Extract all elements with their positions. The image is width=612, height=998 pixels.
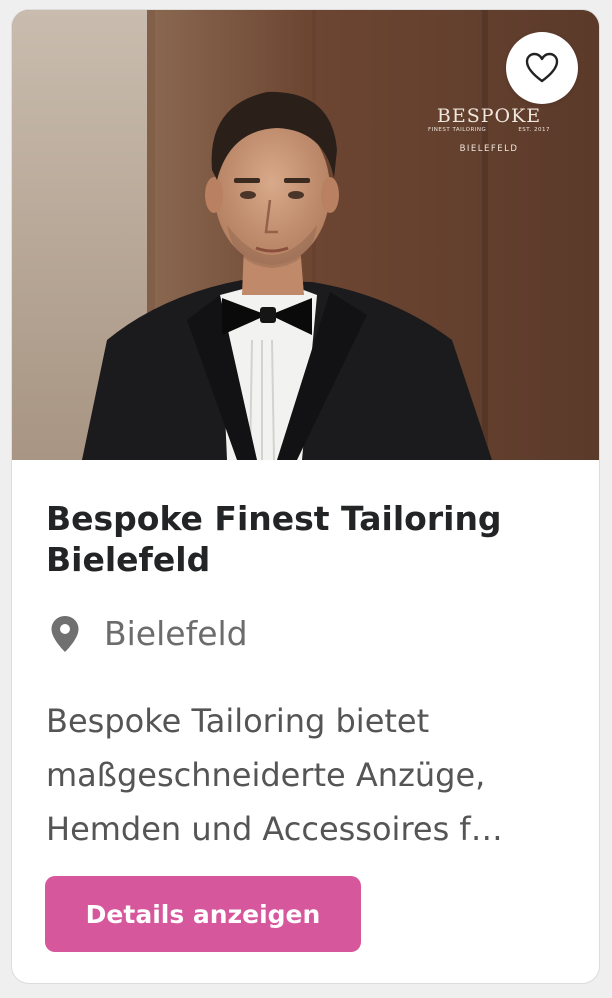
details-button[interactable]: Details anzeigen	[45, 876, 361, 952]
logo-tagline: FINEST TAILORING	[428, 127, 487, 133]
heart-outline-icon	[525, 52, 559, 83]
logo-tagline-row: FINEST TAILORING EST. 2017	[424, 126, 554, 134]
listing-title: Bespoke Finest Tailoring Bielefeld	[46, 499, 502, 579]
listing-card[interactable]: BESPOKE FINEST TAILORING EST. 2017 BIELE…	[11, 9, 600, 984]
logo-city: BIELEFELD	[459, 144, 519, 154]
brand-logo: BESPOKE FINEST TAILORING EST. 2017 BIELE…	[424, 106, 554, 154]
logo-name: BESPOKE	[436, 105, 542, 127]
hero-photo: BESPOKE FINEST TAILORING EST. 2017 BIELE…	[12, 10, 599, 460]
favorite-button[interactable]	[506, 32, 578, 104]
location-row: Bielefeld	[50, 614, 248, 654]
logo-established: EST. 2017	[518, 127, 550, 133]
listing-description: Bespoke Tailoring bietet maßgeschneidert…	[46, 702, 503, 848]
map-pin-icon	[51, 616, 79, 652]
location-text: Bielefeld	[104, 614, 248, 653]
